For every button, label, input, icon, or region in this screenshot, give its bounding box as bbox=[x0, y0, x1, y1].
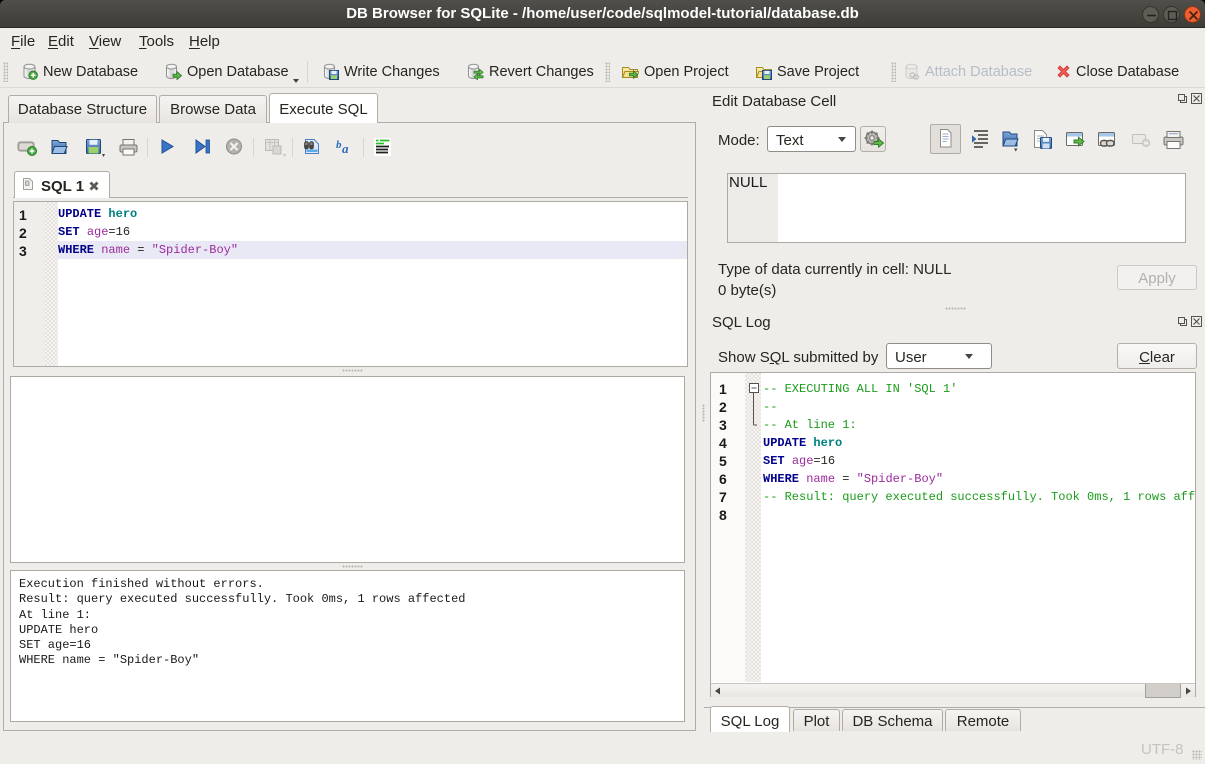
svg-text:a: a bbox=[342, 141, 349, 156]
